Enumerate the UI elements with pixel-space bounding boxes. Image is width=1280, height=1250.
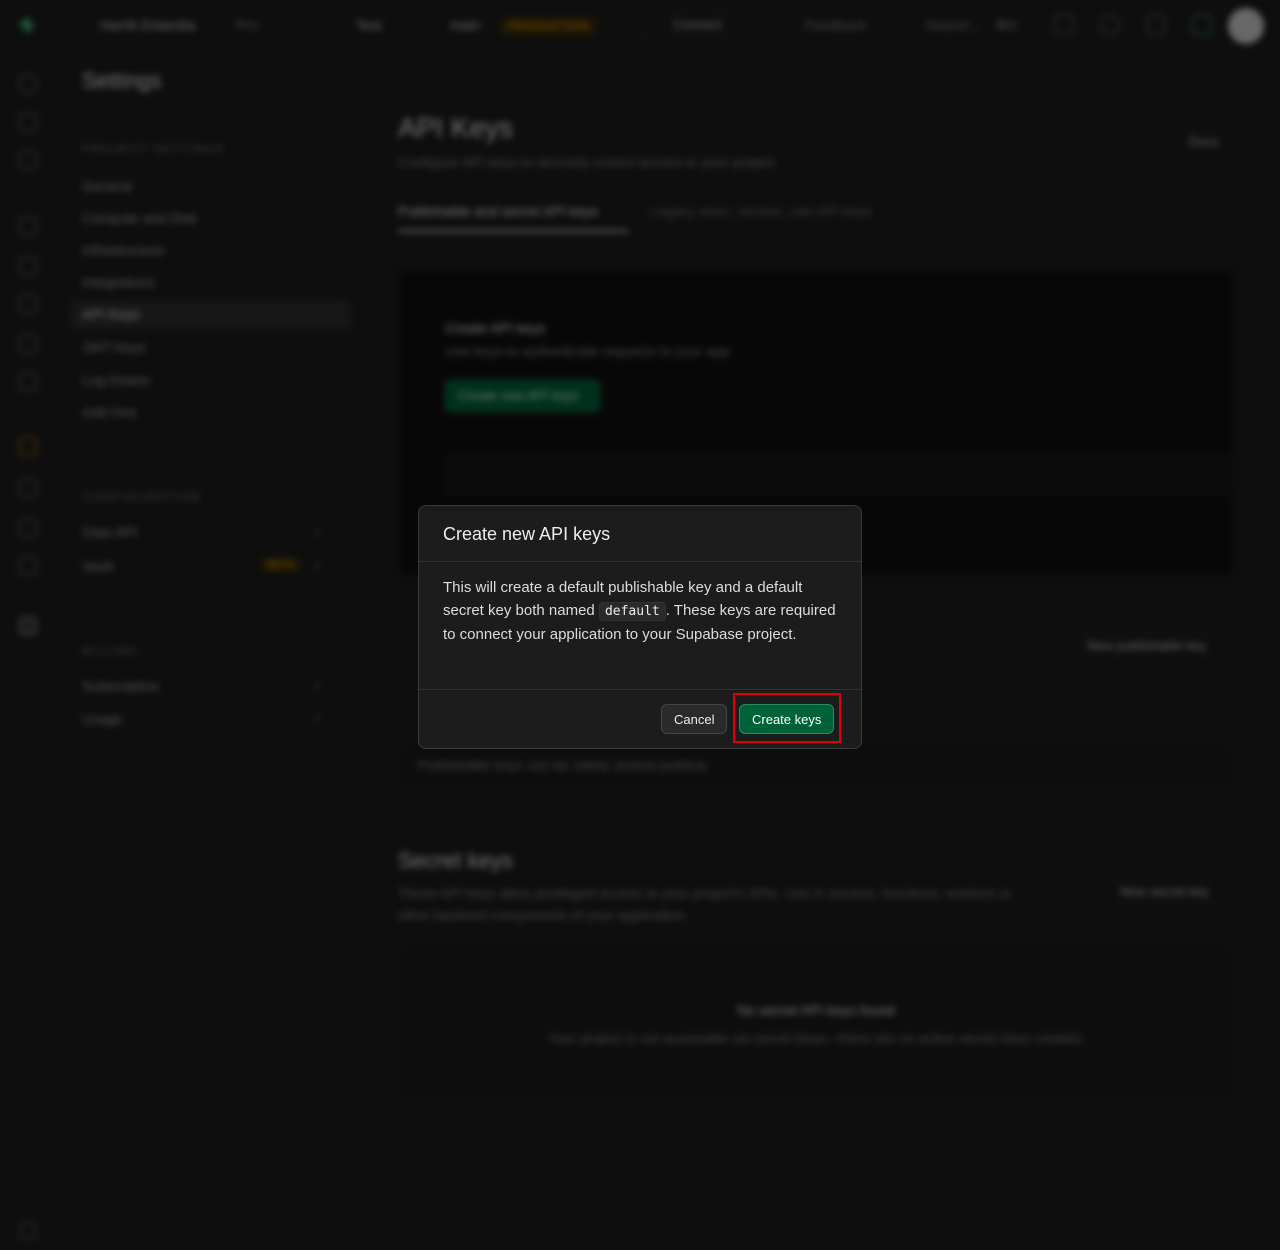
create-api-keys-dialog: Create new API keys This will create a d… [418, 505, 862, 749]
dialog-body: This will create a default publishable k… [419, 562, 861, 690]
dialog-title: Create new API keys [419, 506, 861, 562]
cancel-button[interactable]: Cancel [661, 704, 728, 734]
create-keys-button[interactable]: Create keys [739, 704, 835, 734]
default-key-name-code: default [598, 602, 666, 621]
dialog-footer: Cancel Create keys [419, 690, 861, 748]
